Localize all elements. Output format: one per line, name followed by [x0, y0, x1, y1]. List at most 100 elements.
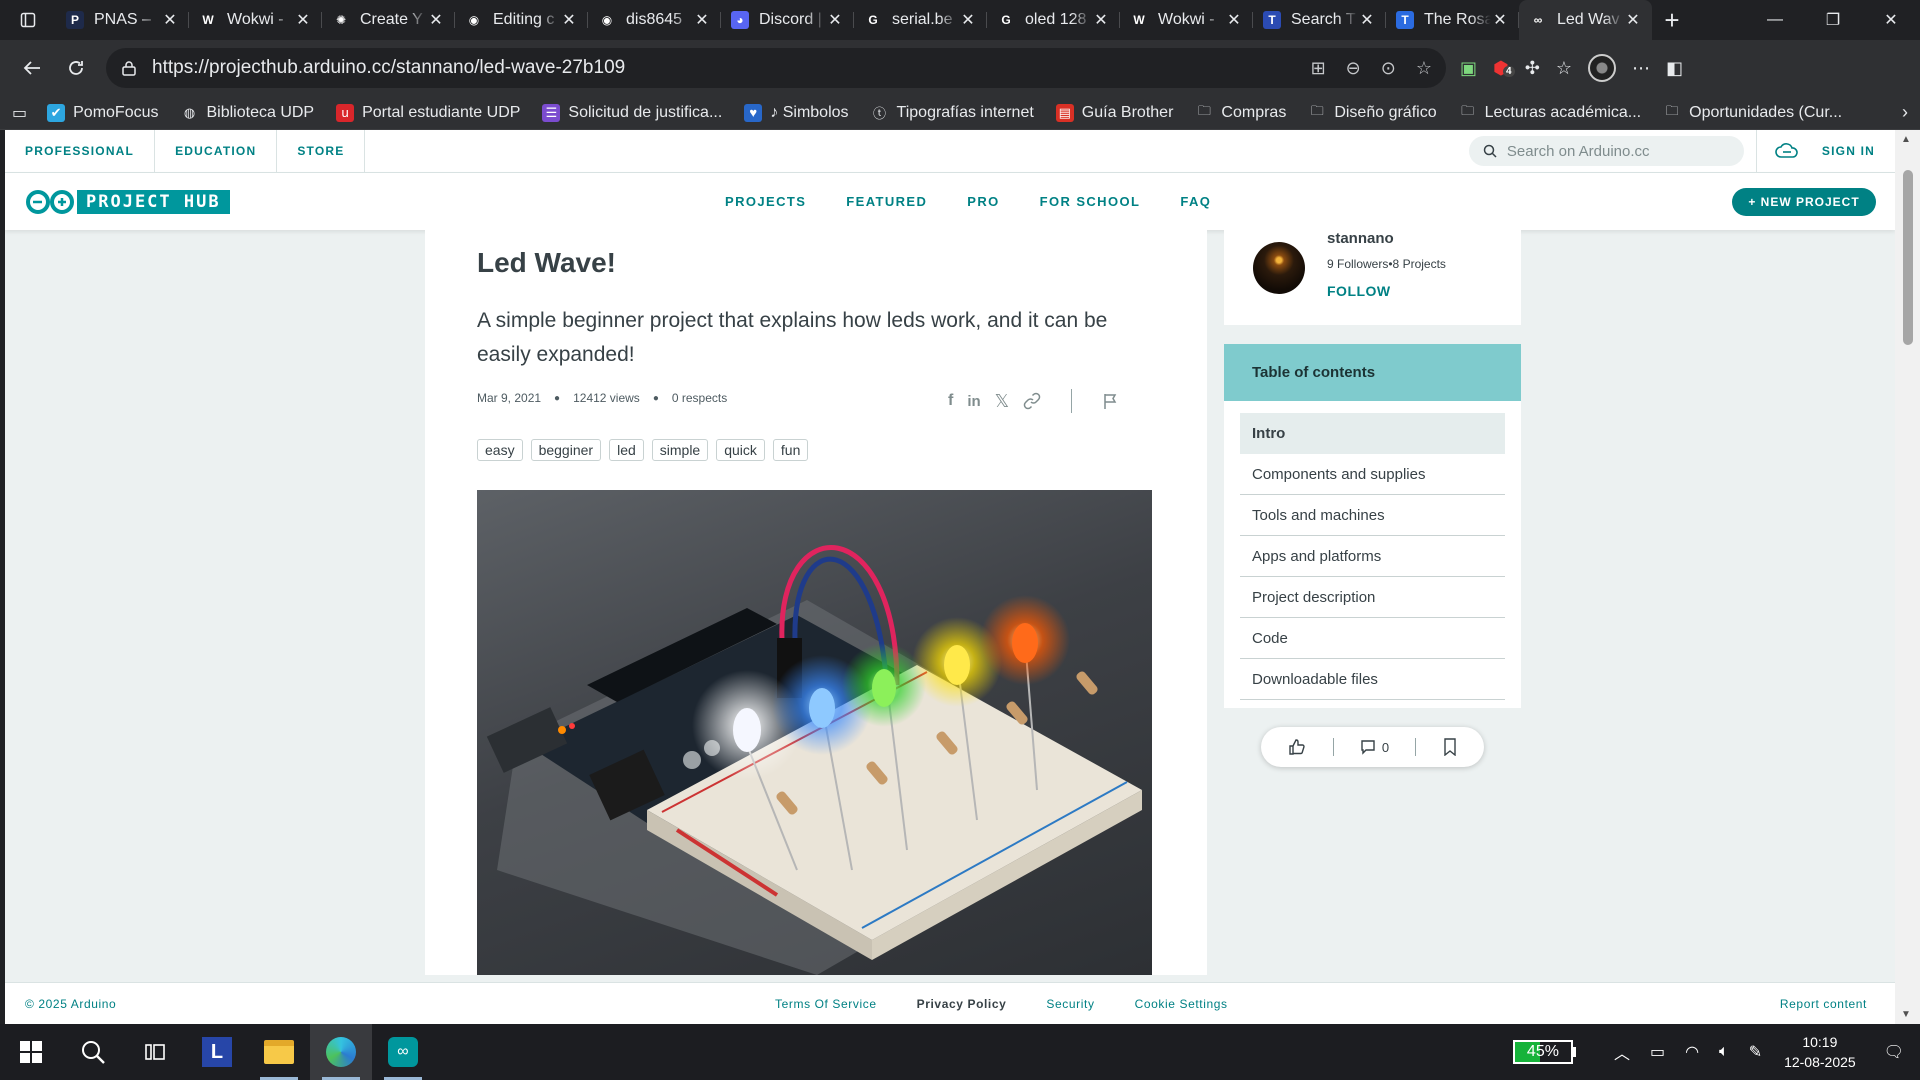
respect-thumbs-up-icon[interactable]	[1288, 738, 1306, 756]
restore-button[interactable]: ❐	[1804, 0, 1862, 40]
copy-link-icon[interactable]	[1023, 392, 1041, 410]
favorites-icon[interactable]: ☆	[1556, 58, 1572, 79]
site-search-input[interactable]: Search on Arduino.cc	[1468, 136, 1744, 166]
bookmark-item[interactable]: ✔ PomoFocus	[47, 103, 159, 122]
sidebar-toggle-icon[interactable]: ◧	[1666, 58, 1683, 79]
taskbar-app-l[interactable]: L	[186, 1024, 248, 1080]
favorite-star-icon[interactable]: ☆	[1416, 58, 1432, 79]
back-button[interactable]	[10, 48, 54, 88]
page-scrollbar[interactable]: ▲ ▼	[1895, 130, 1920, 1024]
tag-chip[interactable]: led	[609, 439, 644, 461]
tab-actions-button[interactable]	[0, 0, 56, 40]
tab-close-icon[interactable]: ✕	[161, 10, 179, 30]
tab-close-icon[interactable]: ✕	[1624, 10, 1642, 30]
zoom-icon[interactable]: ⊖	[1346, 58, 1361, 79]
battery-icon[interactable]: ▭	[1650, 1042, 1665, 1062]
project-hub-logo[interactable]: PROJECT HUB	[25, 189, 230, 215]
task-view-button[interactable]	[124, 1024, 186, 1080]
hub-menu-pro[interactable]: PRO	[967, 194, 999, 209]
browser-tab[interactable]: T The Rosa ✕	[1386, 0, 1519, 40]
new-project-button[interactable]: + NEW PROJECT	[1732, 187, 1876, 216]
browser-tab[interactable]: W Wokwi - ✕	[189, 0, 322, 40]
bookmarks-overflow-icon[interactable]: ›	[1902, 102, 1908, 123]
browser-menu-icon[interactable]: ⋯	[1632, 58, 1650, 79]
author-avatar[interactable]	[1253, 242, 1305, 294]
tag-chip[interactable]: simple	[651, 439, 709, 461]
adblock-extension-icon[interactable]: ⬢ 4	[1493, 58, 1515, 79]
bookmark-item[interactable]: ◍ Biblioteca UDP	[181, 104, 314, 122]
browser-tab[interactable]: W Wokwi - ✕	[1120, 0, 1253, 40]
bookmark-item[interactable]: ⓣ Tipografías internet	[871, 104, 1034, 122]
browser-tab[interactable]: ◉ Editing c ✕	[455, 0, 588, 40]
tab-close-icon[interactable]: ✕	[560, 10, 578, 30]
tag-chip[interactable]: begginer	[530, 439, 602, 461]
apps-icon[interactable]: ⊞	[1311, 58, 1326, 79]
scroll-down-icon[interactable]: ▼	[1901, 1009, 1911, 1020]
tab-close-icon[interactable]: ✕	[1358, 10, 1376, 30]
toc-item[interactable]: Code	[1240, 618, 1505, 659]
sign-in-link[interactable]: SIGN IN	[1818, 144, 1895, 158]
toc-item[interactable]: Components and supplies	[1240, 454, 1505, 495]
facebook-icon[interactable]: f	[948, 392, 953, 410]
tab-close-icon[interactable]: ✕	[1092, 10, 1110, 30]
tab-close-icon[interactable]: ✕	[826, 10, 844, 30]
topnav-link-store[interactable]: STORE	[277, 130, 366, 173]
reading-list-icon[interactable]: ▭	[12, 103, 27, 123]
browser-tab[interactable]: ◉ dis8645 ✕	[588, 0, 721, 40]
close-window-button[interactable]: ✕	[1862, 0, 1920, 40]
hub-menu-projects[interactable]: PROJECTS	[725, 194, 806, 209]
browser-tab[interactable]: ✺ Create Y ✕	[322, 0, 455, 40]
toc-item[interactable]: Project description	[1240, 577, 1505, 618]
pen-icon[interactable]: ✎	[1749, 1042, 1762, 1062]
bookmark-item[interactable]: ♥ ♪ Simbolos	[744, 103, 849, 122]
wifi-icon[interactable]: ◠	[1685, 1042, 1699, 1062]
bookmark-item[interactable]: 🗀︎ Compras	[1195, 103, 1286, 122]
tag-chip[interactable]: quick	[716, 439, 765, 461]
toc-item[interactable]: Tools and machines	[1240, 495, 1505, 536]
tag-chip[interactable]: easy	[477, 439, 523, 461]
tab-close-icon[interactable]: ✕	[427, 10, 445, 30]
browser-tab[interactable]: P PNAS – ✕	[56, 0, 189, 40]
linkedin-icon[interactable]: in	[967, 393, 980, 410]
bookmark-item[interactable]: 🗀︎ Oportunidades (Cur...	[1663, 103, 1842, 122]
topnav-link-professional[interactable]: PROFESSIONAL	[5, 130, 156, 173]
toc-item[interactable]: Downloadable files	[1240, 659, 1505, 700]
tab-close-icon[interactable]: ✕	[1491, 10, 1509, 30]
start-button[interactable]	[0, 1024, 62, 1080]
report-content-link[interactable]: Report content	[1780, 997, 1867, 1011]
search-button[interactable]	[62, 1024, 124, 1080]
profile-avatar[interactable]	[1587, 54, 1616, 82]
image-extension-icon[interactable]: ▣	[1460, 58, 1477, 79]
new-tab-button[interactable]: +	[1652, 0, 1692, 40]
volume-icon[interactable]: 🔈︎	[1719, 1043, 1729, 1061]
bookmark-item[interactable]: ☰ Solicitud de justifica...	[542, 103, 722, 122]
taskbar-clock[interactable]: 10:19 12-08-2025	[1784, 1032, 1856, 1072]
browser-tab[interactable]: ◕ Discord | ✕	[721, 0, 854, 40]
tab-close-icon[interactable]: ✕	[1225, 10, 1243, 30]
footer-link[interactable]: Terms Of Service	[775, 997, 877, 1011]
footer-link[interactable]: Security	[1046, 997, 1094, 1011]
battery-indicator[interactable]: 45%	[1512, 1040, 1576, 1064]
report-flag-icon[interactable]	[1102, 392, 1120, 410]
author-name[interactable]: stannano	[1327, 230, 1394, 247]
more-tools-icon[interactable]: ⊙	[1381, 58, 1396, 79]
toc-item[interactable]: Intro	[1240, 413, 1505, 454]
browser-tab[interactable]: T Search T ✕	[1253, 0, 1386, 40]
url-text[interactable]: https://projecthub.arduino.cc/stannano/l…	[152, 57, 1311, 79]
browser-tab[interactable]: Gserial.be ✕	[854, 0, 987, 40]
address-bar[interactable]: https://projecthub.arduino.cc/stannano/l…	[106, 48, 1446, 88]
hub-menu-faq[interactable]: FAQ	[1180, 194, 1211, 209]
show-hidden-icons-icon[interactable]: ︿	[1614, 1040, 1630, 1064]
bookmark-item[interactable]: 🗀︎ Lecturas académica...	[1459, 103, 1641, 122]
bookmark-item[interactable]: ▤ Guía Brother	[1055, 103, 1173, 122]
hub-menu-for-school[interactable]: FOR SCHOOL	[1040, 194, 1141, 209]
extensions-icon[interactable]: ✣	[1525, 58, 1540, 79]
minimize-button[interactable]: —	[1746, 0, 1804, 40]
follow-button[interactable]: FOLLOW	[1327, 283, 1391, 299]
tab-close-icon[interactable]: ✕	[693, 10, 711, 30]
bookmark-item[interactable]: 🗀︎ Diseño gráfico	[1308, 103, 1437, 122]
taskbar-file-explorer[interactable]	[248, 1024, 310, 1080]
hub-menu-featured[interactable]: FEATURED	[846, 194, 927, 209]
taskbar-arduino-ide[interactable]: ∞	[372, 1024, 434, 1080]
browser-tab[interactable]: ∞ Led Wav ✕	[1519, 0, 1652, 40]
